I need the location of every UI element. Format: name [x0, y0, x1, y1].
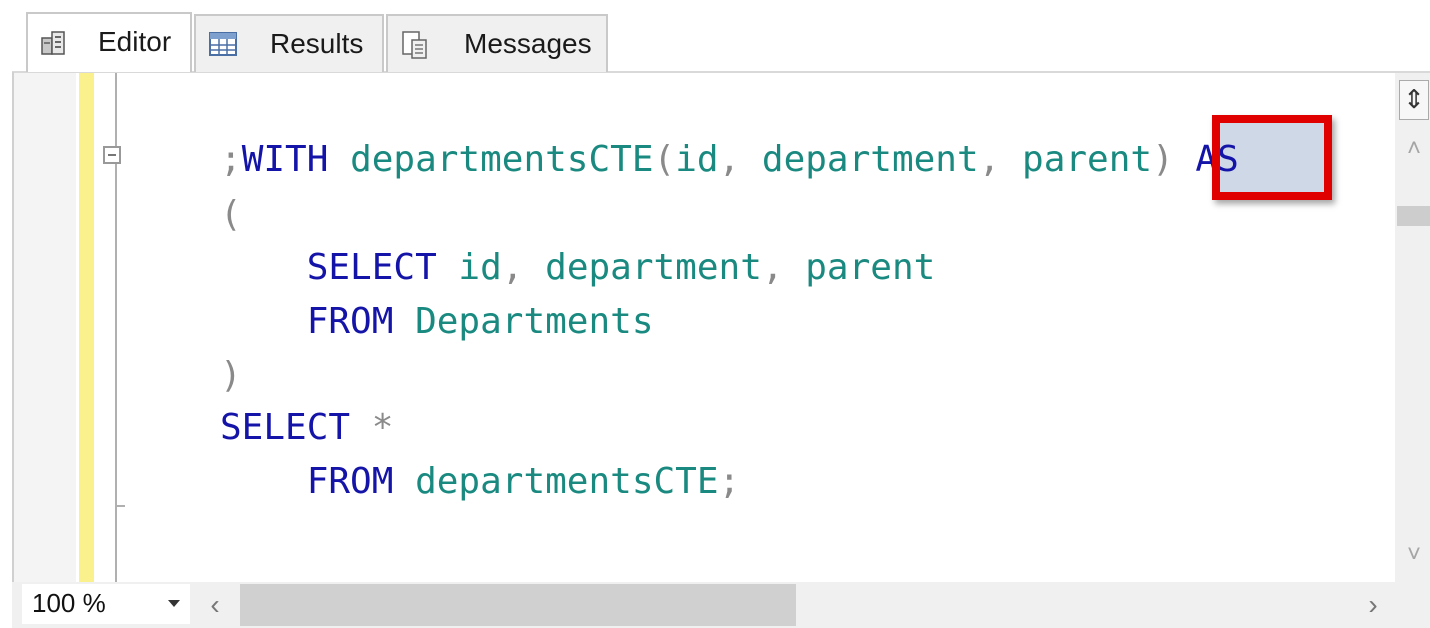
code-punctuation: * [350, 407, 394, 448]
code-identifier: Departments [393, 301, 654, 342]
tab-editor-label: Editor [98, 26, 172, 57]
code-punctuation: ; [718, 461, 741, 502]
code-punctuation: ) [220, 355, 242, 396]
code-punctuation: ( [653, 139, 676, 180]
code-punctuation: ; [220, 139, 242, 180]
code-punctuation: , [761, 247, 806, 288]
tab-messages[interactable]: Messages [386, 14, 608, 72]
zoom-value: 100 % [32, 588, 106, 618]
scroll-left-icon[interactable]: ‹ [200, 588, 230, 622]
messages-icon [400, 30, 428, 59]
chevron-down-icon [168, 600, 180, 607]
code-punctuation [220, 247, 307, 288]
code-identifier: departmentsCTE [328, 139, 654, 180]
code-line: SELECT id, department, parent [220, 247, 936, 288]
code-line: ) [220, 356, 242, 396]
code-identifier: parent [805, 247, 936, 288]
code-identifier: departmentsCTE [393, 461, 719, 502]
code-line: FROM departmentsCTE; [220, 461, 741, 502]
split-editor-button[interactable]: ⇕ [1399, 80, 1429, 120]
tab-results[interactable]: Results [194, 14, 384, 72]
code-keyword: FROM [306, 301, 394, 342]
grid-icon [208, 30, 237, 58]
code-line: SELECT * [220, 408, 393, 448]
tab-editor[interactable]: Editor [26, 12, 192, 72]
code-punctuation: , [978, 139, 1023, 180]
line-gutter [14, 73, 76, 582]
query-editor-icon [40, 28, 68, 56]
code-line: FROM Departments [220, 302, 654, 342]
code-punctuation [220, 461, 307, 502]
code-keyword: SELECT [220, 407, 351, 448]
outline-end-mark [115, 505, 125, 507]
code-line: ;WITH departmentsCTE(id, department, par… [220, 140, 1239, 180]
tab-results-label: Results [270, 28, 364, 59]
code-punctuation [220, 301, 307, 342]
tab-messages-label: Messages [464, 28, 592, 59]
code-identifier: department [761, 139, 979, 180]
code-identifier: id [675, 139, 719, 180]
code-identifier: parent [1022, 139, 1153, 180]
code-punctuation: ( [220, 194, 242, 235]
code-keyword: WITH [241, 139, 329, 180]
code-line: ( [220, 195, 242, 235]
scroll-down-icon[interactable]: ˅ [1399, 540, 1429, 570]
code-keyword: SELECT [306, 247, 437, 288]
code-punctuation: ) [1152, 139, 1196, 180]
collapse-icon[interactable] [103, 146, 121, 164]
horizontal-scroll-thumb[interactable] [240, 584, 796, 626]
highlight-box [1212, 115, 1332, 200]
code-punctuation: , [501, 247, 546, 288]
zoom-dropdown[interactable]: 100 % [22, 584, 190, 624]
change-tracking-bar [79, 73, 94, 582]
code-punctuation: , [718, 139, 762, 180]
scroll-right-icon[interactable]: › [1358, 588, 1388, 622]
code-identifier: department [545, 247, 762, 288]
code-identifier: id [436, 247, 502, 288]
scroll-up-icon[interactable]: ˄ [1399, 134, 1429, 164]
code-keyword: FROM [306, 461, 394, 502]
vertical-scroll-thumb[interactable] [1397, 206, 1430, 226]
